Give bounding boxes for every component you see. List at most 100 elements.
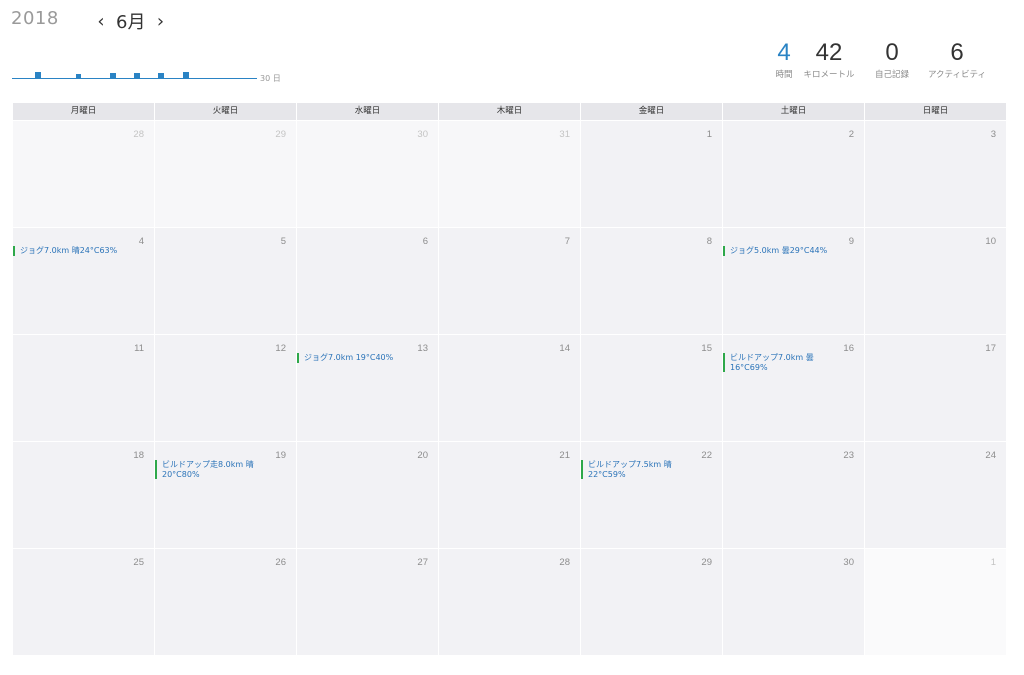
calendar-grid: 月曜日 火曜日 水曜日 木曜日 金曜日 土曜日 日曜日 28 29 30 31 … [13, 103, 1007, 655]
calendar-week: 28 29 30 31 1 2 3 [13, 121, 1007, 227]
day-cell[interactable]: 2 [723, 121, 864, 227]
day-cell[interactable]: 5 [155, 228, 296, 334]
day-cell[interactable]: 23 [723, 442, 864, 548]
day-number: 20 [417, 450, 428, 461]
month-label: 6月 [116, 12, 146, 33]
day-number: 4 [138, 236, 144, 247]
activity-sparkline [12, 60, 257, 82]
stat-personal-records-label: 自己記録 [874, 70, 909, 80]
day-cell[interactable]: 29 [155, 121, 296, 227]
day-number: 11 [134, 343, 144, 354]
day-number: 23 [843, 450, 854, 461]
activity-entry[interactable]: ジョグ7.0km 19°C40% [297, 353, 422, 363]
spark-bar [134, 73, 140, 78]
day-number: 24 [985, 450, 996, 461]
spark-bar [158, 73, 164, 78]
activity-entry[interactable]: ジョグ7.0km 晴24°C63% [13, 246, 138, 256]
day-number: 9 [848, 236, 854, 247]
day-number: 3 [990, 129, 996, 140]
day-cell[interactable]: 28 [439, 549, 580, 655]
day-cell[interactable]: 25 [13, 549, 154, 655]
day-cell[interactable]: 15 [581, 335, 722, 441]
day-number: 15 [701, 343, 712, 354]
day-number: 1 [990, 557, 996, 568]
day-cell[interactable]: 22 ビルドアップ7.5km 晴22°C59% [581, 442, 722, 548]
day-number: 30 [843, 557, 854, 568]
day-cell[interactable]: 9 ジョグ5.0km 曇29°C44% [723, 228, 864, 334]
day-cell[interactable]: 13 ジョグ7.0km 19°C40% [297, 335, 438, 441]
day-number: 18 [133, 450, 144, 461]
summary-stats: 4 時間 42 キロメートル 0 自己記録 6 アクティビティ [764, 40, 1024, 85]
day-number: 6 [422, 236, 428, 247]
stat-hours-label: 時間 [775, 70, 793, 80]
day-number: 28 [559, 557, 570, 568]
chevron-right-icon[interactable]: › [151, 11, 169, 32]
day-number: 17 [985, 343, 996, 354]
day-cell[interactable]: 27 [297, 549, 438, 655]
day-cell[interactable]: 12 [155, 335, 296, 441]
weekday-sunday: 日曜日 [865, 103, 1006, 120]
activity-entry[interactable]: ビルドアップ走8.0km 晴20°C80% [155, 460, 280, 479]
stat-kilometers-value: 42 [815, 39, 843, 66]
day-cell[interactable]: 16 ビルドアップ7.0km 曇16°C69% [723, 335, 864, 441]
activity-entry[interactable]: ジョグ5.0km 曇29°C44% [723, 246, 848, 256]
spark-bar [76, 74, 81, 78]
spark-bar [35, 72, 41, 78]
day-number: 31 [559, 129, 570, 140]
day-number: 21 [559, 450, 570, 461]
day-cell[interactable]: 7 [439, 228, 580, 334]
year-label: 2018 [11, 8, 59, 29]
day-cell[interactable]: 30 [297, 121, 438, 227]
spark-bar [183, 72, 189, 78]
day-cell[interactable]: 24 [865, 442, 1006, 548]
day-cell[interactable]: 3 [865, 121, 1006, 227]
day-cell[interactable]: 26 [155, 549, 296, 655]
weekday-thursday: 木曜日 [439, 103, 580, 120]
day-cell[interactable]: 29 [581, 549, 722, 655]
day-number: 2 [848, 129, 854, 140]
activity-entry[interactable]: ビルドアップ7.5km 晴22°C59% [581, 460, 706, 479]
stat-personal-records: 0 自己記録 [867, 39, 917, 81]
stat-personal-records-value: 0 [885, 39, 899, 66]
calendar-week: 25 26 27 28 29 30 1 [13, 549, 1007, 655]
day-number: 26 [275, 557, 286, 568]
day-cell[interactable]: 14 [439, 335, 580, 441]
spark-bar [110, 73, 116, 78]
calendar-week: 18 19 ビルドアップ走8.0km 晴20°C80% 20 21 22 ビルド… [13, 442, 1007, 548]
stat-hours-value: 4 [777, 39, 791, 66]
stat-activities-value: 6 [950, 39, 964, 66]
day-number: 30 [417, 129, 428, 140]
day-number: 29 [701, 557, 712, 568]
day-cell[interactable]: 1 [865, 549, 1006, 655]
month-navigator: ‹ 6月 › [92, 8, 169, 34]
day-number: 25 [133, 557, 144, 568]
day-cell[interactable]: 31 [439, 121, 580, 227]
day-cell[interactable]: 4 ジョグ7.0km 晴24°C63% [13, 228, 154, 334]
stat-kilometers-label: キロメートル [803, 70, 855, 80]
stat-kilometers: 42 キロメートル [799, 39, 859, 81]
day-cell[interactable]: 21 [439, 442, 580, 548]
day-number: 7 [564, 236, 570, 247]
day-cell[interactable]: 28 [13, 121, 154, 227]
day-cell[interactable]: 17 [865, 335, 1006, 441]
day-cell[interactable]: 11 [13, 335, 154, 441]
day-number: 12 [275, 343, 286, 354]
day-cell[interactable]: 19 ビルドアップ走8.0km 晴20°C80% [155, 442, 296, 548]
day-number: 14 [559, 343, 570, 354]
activity-entry[interactable]: ビルドアップ7.0km 曇16°C69% [723, 353, 848, 372]
day-number: 1 [706, 129, 712, 140]
calendar-week: 4 ジョグ7.0km 晴24°C63% 5 6 7 8 9 ジョグ5.0km 曇… [13, 228, 1007, 334]
day-cell[interactable]: 6 [297, 228, 438, 334]
weekday-header: 月曜日 火曜日 水曜日 木曜日 金曜日 土曜日 日曜日 [13, 103, 1007, 120]
stat-hours: 4 時間 [764, 39, 804, 81]
weekday-monday: 月曜日 [13, 103, 154, 120]
day-cell[interactable]: 20 [297, 442, 438, 548]
day-cell[interactable]: 30 [723, 549, 864, 655]
day-cell[interactable]: 1 [581, 121, 722, 227]
day-cell[interactable]: 10 [865, 228, 1006, 334]
calendar-week: 11 12 13 ジョグ7.0km 19°C40% 14 15 16 ビルドアッ… [13, 335, 1007, 441]
chevron-left-icon[interactable]: ‹ [92, 11, 110, 32]
stat-activities: 6 アクティビティ [922, 39, 992, 81]
day-cell[interactable]: 18 [13, 442, 154, 548]
day-cell[interactable]: 8 [581, 228, 722, 334]
